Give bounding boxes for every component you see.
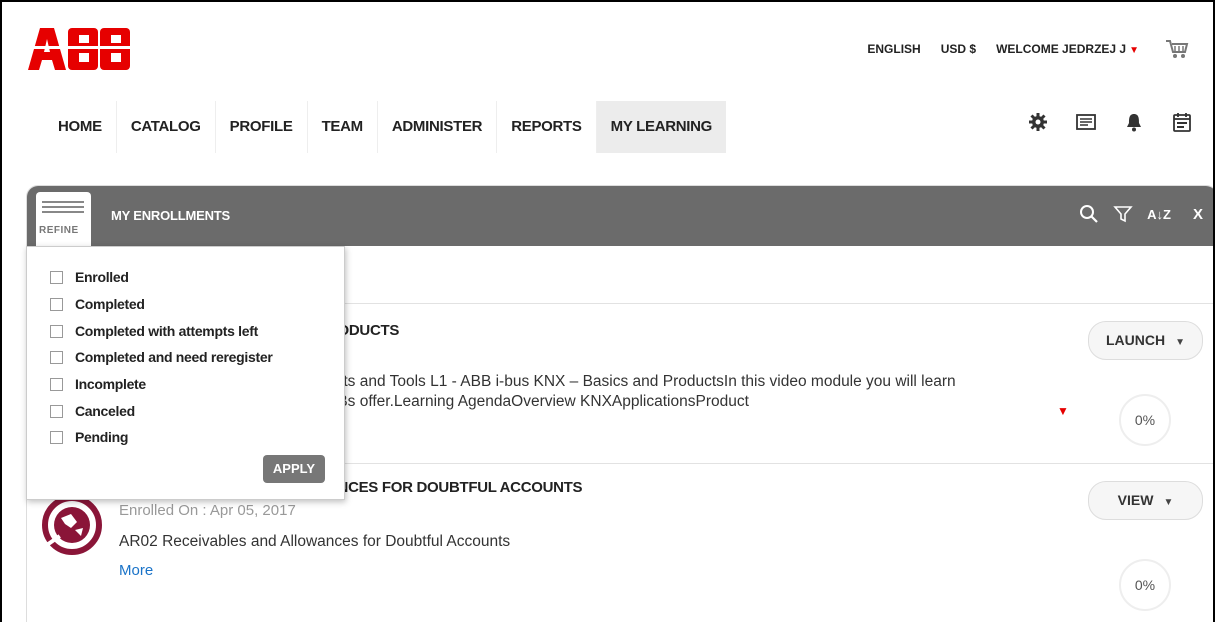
progress-circle: 0%	[1119, 394, 1171, 446]
bell-icon[interactable]	[1123, 111, 1145, 133]
chevron-down-icon: ▼	[1175, 337, 1185, 348]
more-link[interactable]: More	[119, 562, 153, 579]
nav-team[interactable]: TEAM	[308, 101, 378, 153]
menu-lines-icon	[42, 201, 84, 216]
checkbox[interactable]	[50, 324, 63, 338]
option-label: Incomplete	[75, 376, 146, 392]
caret-down-icon: ▼	[1129, 45, 1139, 56]
refine-button[interactable]: REFINE	[36, 192, 91, 246]
abb-logo[interactable]	[26, 26, 132, 70]
filter-option-pending[interactable]: Pending	[50, 429, 128, 445]
option-label: Enrolled	[75, 269, 129, 285]
description-line: BBs offer.Learning AgendaOverview KNXApp…	[327, 393, 749, 410]
filter-option-incomplete[interactable]: Incomplete	[50, 376, 146, 392]
filter-option-completed-need-reregister[interactable]: Completed and need reregister	[50, 349, 273, 365]
view-label: VIEW	[1117, 492, 1154, 508]
panel-toolbar: REFINE MY ENROLLMENTS A↓Z X	[27, 186, 1213, 246]
option-label: Completed	[75, 296, 145, 312]
checkbox[interactable]	[50, 297, 63, 311]
course-title[interactable]: ANCES FOR DOUBTFUL ACCOUNTS	[327, 479, 583, 496]
nav-my-learning[interactable]: MY LEARNING	[596, 101, 727, 153]
nav-catalog[interactable]: CATALOG	[117, 101, 216, 153]
main-nav: HOME CATALOG PROFILE TEAM ADMINISTER REP…	[44, 101, 727, 153]
language-link[interactable]: ENGLISH	[867, 42, 920, 56]
checkbox[interactable]	[50, 404, 63, 418]
chevron-down-icon: ▼	[1163, 497, 1174, 508]
option-label: Completed and need reregister	[75, 349, 273, 365]
option-label: Completed with attempts left	[75, 323, 258, 339]
refine-label: REFINE	[39, 225, 79, 236]
course-description: ucts and Tools L1 - ABB i-bus KNX – Basi…	[327, 372, 1087, 412]
currency-link[interactable]: USD $	[941, 42, 976, 56]
search-icon[interactable]	[1079, 204, 1099, 224]
calendar-icon[interactable]	[1171, 111, 1193, 133]
filter-option-completed-attempts-left[interactable]: Completed with attempts left	[50, 323, 258, 339]
checkbox[interactable]	[50, 377, 63, 391]
filter-option-canceled[interactable]: Canceled	[50, 403, 135, 419]
cart-icon[interactable]	[1165, 39, 1189, 59]
nav-administer[interactable]: ADMINISTER	[378, 101, 498, 153]
view-button[interactable]: VIEW ▼	[1088, 481, 1203, 520]
nav-home[interactable]: HOME	[44, 101, 117, 153]
launch-label: LAUNCH	[1105, 332, 1166, 348]
filter-icon[interactable]	[1113, 204, 1133, 224]
checkbox[interactable]	[50, 430, 63, 444]
welcome-label: WELCOME JEDRZEJ J	[996, 42, 1127, 56]
enrolled-date: Enrolled On : Apr 05, 2017	[119, 502, 296, 519]
expand-caret-icon[interactable]: ▼	[1057, 404, 1069, 418]
toolbar-icons: A↓Z X	[1065, 204, 1203, 224]
apply-button[interactable]: APPLY	[263, 455, 325, 483]
app-window: ENGLISH USD $ WELCOME JEDRZEJ J ▼ HOME CA…	[0, 0, 1215, 622]
checkbox[interactable]	[50, 270, 63, 284]
gear-icon[interactable]	[1027, 111, 1049, 133]
panel-title: MY ENROLLMENTS	[111, 208, 231, 223]
option-label: Pending	[75, 429, 129, 445]
sort-az-icon[interactable]: A↓Z	[1147, 207, 1171, 222]
checkbox[interactable]	[50, 350, 63, 364]
globe-icon	[42, 495, 102, 555]
refine-dropdown: Enrolled Completed Completed with attemp…	[26, 246, 345, 500]
course-description: AR02 Receivables and Allowances for Doub…	[119, 533, 511, 550]
launch-button[interactable]: LAUNCH ▼	[1088, 321, 1203, 360]
welcome-menu[interactable]: WELCOME JEDRZEJ J ▼	[996, 42, 1139, 56]
description-line: ucts and Tools L1 - ABB i-bus KNX – Basi…	[327, 373, 956, 390]
progress-circle: 0%	[1119, 559, 1171, 611]
filter-option-enrolled[interactable]: Enrolled	[50, 269, 129, 285]
close-icon[interactable]: X	[1193, 206, 1203, 223]
top-links: ENGLISH USD $ WELCOME JEDRZEJ J ▼	[847, 39, 1189, 59]
filter-option-completed[interactable]: Completed	[50, 296, 145, 312]
nav-reports[interactable]: REPORTS	[497, 101, 597, 153]
news-icon[interactable]	[1075, 111, 1097, 133]
option-label: Canceled	[75, 403, 135, 419]
nav-profile[interactable]: PROFILE	[216, 101, 308, 153]
nav-icons	[1001, 111, 1193, 133]
